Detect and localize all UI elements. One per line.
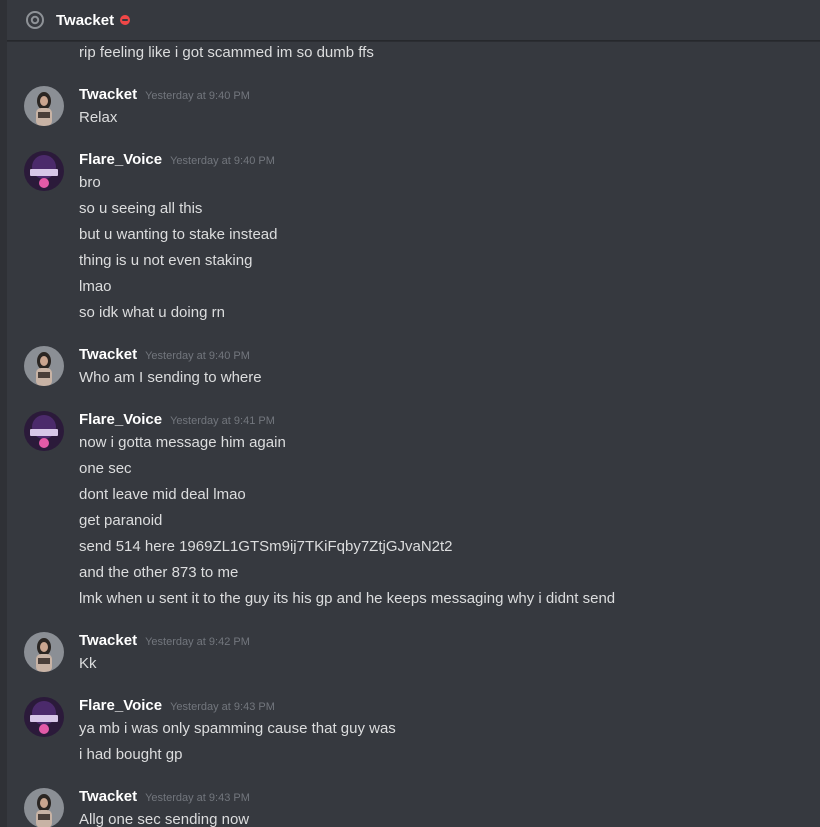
- message-text: now i gotta message him again: [79, 434, 286, 451]
- do-not-disturb-status-icon: [120, 15, 131, 25]
- message-text: so idk what u doing rn: [79, 304, 225, 321]
- timestamp[interactable]: Yesterday at 9:40 PM: [170, 155, 275, 167]
- avatar-flare-voice[interactable]: [24, 151, 64, 191]
- message-header: Twacket Yesterday at 9:42 PM: [79, 632, 250, 649]
- timestamp[interactable]: Yesterday at 9:42 PM: [145, 636, 250, 648]
- timestamp[interactable]: Yesterday at 9:43 PM: [145, 792, 250, 804]
- left-rail: [0, 0, 7, 827]
- author-name[interactable]: Flare_Voice: [79, 697, 162, 714]
- message-text: thing is u not even staking: [79, 252, 253, 269]
- channel-header: Twacket: [7, 0, 820, 41]
- message-text: ya mb i was only spamming cause that guy…: [79, 720, 396, 737]
- author-name[interactable]: Twacket: [79, 788, 137, 805]
- avatar-flare-voice[interactable]: [24, 697, 64, 737]
- timestamp[interactable]: Yesterday at 9:40 PM: [145, 90, 250, 102]
- message-text: Relax: [79, 109, 118, 126]
- message-text: and the other 873 to me: [79, 564, 239, 581]
- message-text: send 514 here 1969ZL1GTSm9ij7TKiFqby7Ztj…: [79, 538, 453, 555]
- message-text: Who am I sending to where: [79, 369, 262, 386]
- avatar-twacket[interactable]: [24, 86, 64, 126]
- author-name[interactable]: Twacket: [79, 632, 137, 649]
- message-header: Twacket Yesterday at 9:40 PM: [79, 346, 250, 363]
- message-text: lmk when u sent it to the guy its his gp…: [79, 590, 616, 607]
- message-header: Twacket Yesterday at 9:40 PM: [79, 86, 250, 103]
- author-name[interactable]: Twacket: [79, 346, 137, 363]
- avatar-twacket[interactable]: [24, 632, 64, 672]
- message-text: bro: [79, 174, 101, 191]
- message-text: dont leave mid deal lmao: [79, 486, 246, 503]
- message-text: Allg one sec sending now: [79, 811, 250, 827]
- avatar-flare-voice[interactable]: [24, 411, 64, 451]
- message-text: lmao: [79, 278, 112, 295]
- message-header: Flare_Voice Yesterday at 9:43 PM: [79, 697, 275, 714]
- author-name[interactable]: Flare_Voice: [79, 411, 162, 428]
- dm-recipient-name[interactable]: Twacket: [56, 12, 114, 29]
- avatar-twacket[interactable]: [24, 346, 64, 386]
- message-text: get paranoid: [79, 512, 163, 529]
- message-header: Flare_Voice Yesterday at 9:40 PM: [79, 151, 275, 168]
- message-text: rip feeling like i got scammed im so dum…: [79, 44, 374, 61]
- message-list[interactable]: rip feeling like i got scammed im so dum…: [7, 41, 820, 827]
- message-text: i had bought gp: [79, 746, 183, 763]
- message-header: Flare_Voice Yesterday at 9:41 PM: [79, 411, 275, 428]
- message-text: but u wanting to stake instead: [79, 226, 278, 243]
- avatar-twacket[interactable]: [24, 788, 64, 827]
- message-header: Twacket Yesterday at 9:43 PM: [79, 788, 250, 805]
- message-text: so u seeing all this: [79, 200, 203, 217]
- timestamp[interactable]: Yesterday at 9:43 PM: [170, 701, 275, 713]
- message-text: one sec: [79, 460, 132, 477]
- timestamp[interactable]: Yesterday at 9:40 PM: [145, 350, 250, 362]
- at-sign-icon: [26, 11, 44, 29]
- author-name[interactable]: Twacket: [79, 86, 137, 103]
- timestamp[interactable]: Yesterday at 9:41 PM: [170, 415, 275, 427]
- message-text: Kk: [79, 655, 97, 672]
- author-name[interactable]: Flare_Voice: [79, 151, 162, 168]
